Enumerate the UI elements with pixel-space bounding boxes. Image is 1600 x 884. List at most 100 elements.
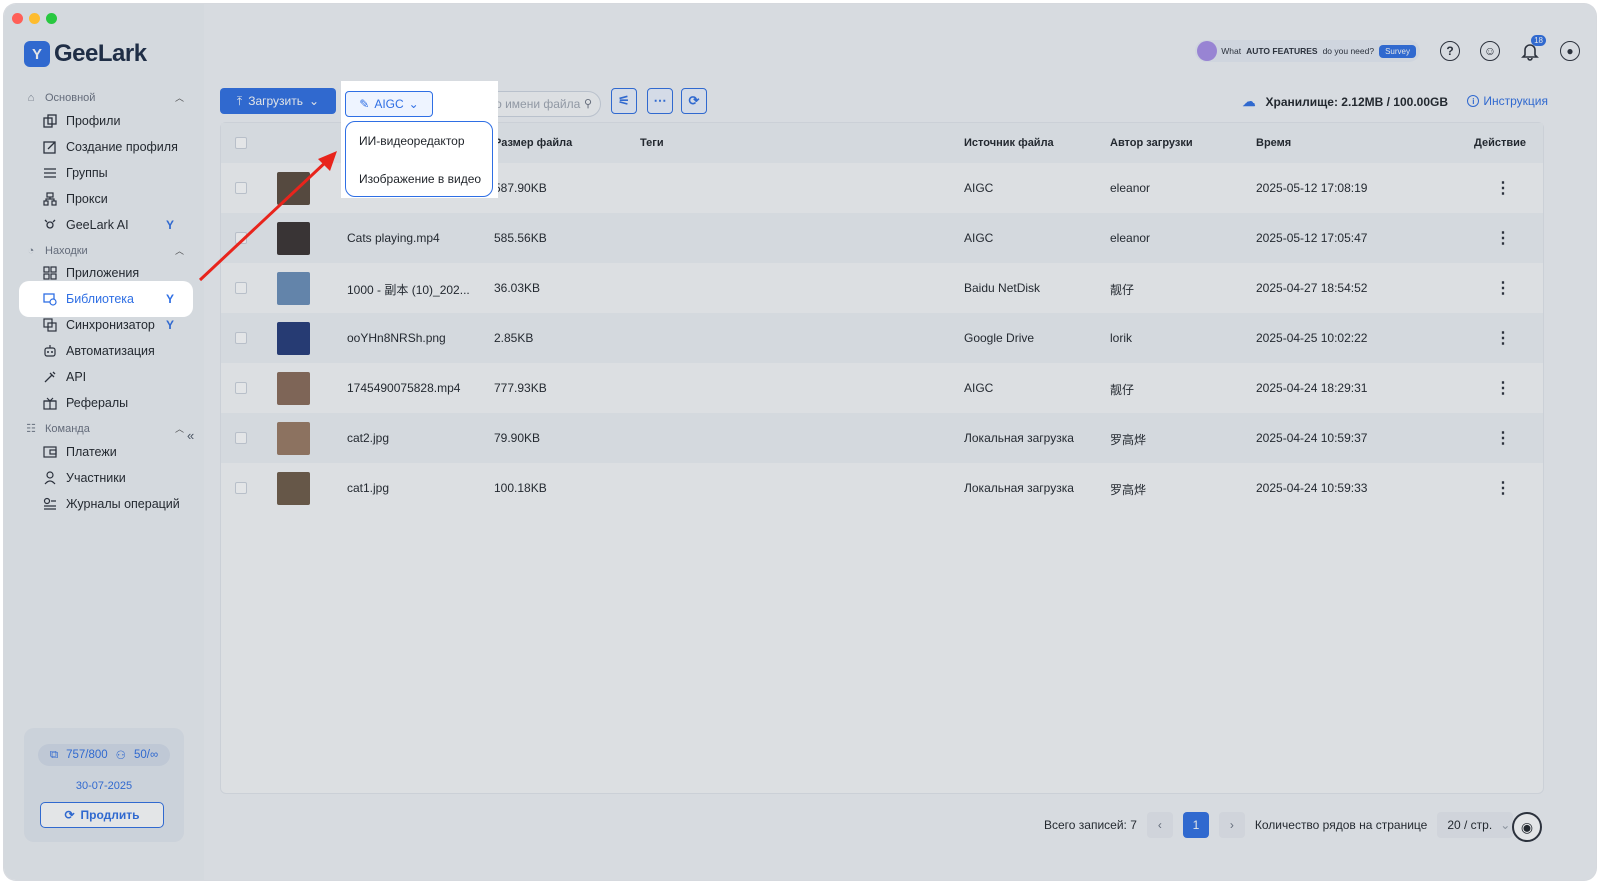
row-actions-icon[interactable]: ⋮ xyxy=(1495,178,1511,198)
help-icon[interactable]: ? xyxy=(1440,41,1460,61)
table-row[interactable]: ooYHn8NRSh.png 2.85KB Google Drive lorik 202… xyxy=(221,313,1543,363)
sidebar-item-groups[interactable]: Группы xyxy=(24,160,188,186)
row-actions-icon[interactable]: ⋮ xyxy=(1495,228,1511,248)
sidebar-item-referrals[interactable]: Рефералы xyxy=(24,390,188,416)
upload-time: 2025-05-12 17:08:19 xyxy=(1256,181,1368,195)
menu-item-image-to-video[interactable]: Изображение в видео xyxy=(359,172,481,186)
upload-button[interactable]: ⤒ Загрузить ⌄ xyxy=(220,88,336,114)
row-checkbox[interactable] xyxy=(235,182,247,194)
row-checkbox[interactable] xyxy=(235,432,247,444)
page-button-current[interactable]: 1 xyxy=(1182,812,1209,838)
sidebar: Y GeeLark ⌂ Основной ︿ Профили Создание … xyxy=(4,4,204,880)
file-size: 100.18KB xyxy=(494,481,547,495)
file-thumbnail[interactable] xyxy=(277,322,310,355)
survey-button[interactable]: Survey xyxy=(1379,44,1416,58)
sidebar-item-automation[interactable]: Автоматизация xyxy=(24,338,188,364)
table-row[interactable]: cat1.jpg 100.18KB Локальная загрузка 罗高烨 202… xyxy=(221,463,1543,513)
prev-page-button[interactable]: ‹ xyxy=(1146,812,1173,838)
table-row[interactable]: 1000 - 副本 (10)_202... 36.03KB Baidu NetDis… xyxy=(221,263,1543,313)
filter-button[interactable]: ⚟ xyxy=(611,88,637,114)
sidebar-item-api[interactable]: API xyxy=(24,364,188,390)
aigc-button[interactable]: ✎ AIGC ⌄ xyxy=(345,91,433,117)
section-main[interactable]: ⌂ Основной ︿ xyxy=(24,91,184,104)
col-tags-header: Теги xyxy=(640,137,664,149)
account-avatar-icon[interactable]: ● xyxy=(1560,41,1580,61)
file-thumbnail[interactable] xyxy=(277,422,310,455)
sidebar-item-proxy[interactable]: Прокси xyxy=(24,186,188,212)
support-agent-icon[interactable]: ☺ xyxy=(1480,41,1500,61)
chevron-right-icon: › xyxy=(1229,818,1234,832)
file-name: ooYHn8NRSh.png xyxy=(347,331,446,345)
section-discover[interactable]: ◔ Находки ︿ xyxy=(24,244,184,257)
app-logo[interactable]: Y GeeLark xyxy=(24,40,147,68)
sidebar-item-create-profile[interactable]: Создание профиля xyxy=(24,134,188,160)
select-all-checkbox[interactable] xyxy=(235,137,247,149)
sidebar-item-label: Группы xyxy=(66,166,108,180)
plan-card: ⧉ 757/800 ⚇ 50/∞ 30-07-2025 ⟳ Продлить xyxy=(24,728,184,842)
section-team[interactable]: ☷ Команда ︿ xyxy=(24,422,184,436)
row-checkbox[interactable] xyxy=(235,482,247,494)
upload-author: 罗高烨 xyxy=(1110,483,1147,497)
file-thumbnail[interactable] xyxy=(277,272,310,305)
row-actions-icon[interactable]: ⋮ xyxy=(1495,428,1511,448)
more-options-button[interactable]: ⋯ xyxy=(647,88,673,114)
survey-text-end: do you need? xyxy=(1322,46,1375,56)
row-actions-icon[interactable]: ⋮ xyxy=(1495,378,1511,398)
robot-icon xyxy=(42,343,58,359)
apps-icon xyxy=(42,265,58,281)
sidebar-item-payments[interactable]: Платежи xyxy=(24,439,188,465)
table-row[interactable]: cat2.jpg 79.90KB Локальная загрузка 罗高烨 2025… xyxy=(221,413,1543,463)
notifications-button[interactable]: 18 xyxy=(1520,35,1546,61)
file-size: 36.03KB xyxy=(494,281,541,295)
upload-author: eleanor xyxy=(1110,181,1151,195)
col-action-header: Действие xyxy=(1474,137,1526,149)
upload-time: 2025-04-24 18:29:31 xyxy=(1256,381,1368,395)
file-thumbnail[interactable] xyxy=(277,372,310,405)
sidebar-item-operation-logs[interactable]: Журналы операций xyxy=(24,491,188,517)
renew-button[interactable]: ⟳ Продлить xyxy=(40,802,164,828)
sidebar-item-profiles[interactable]: Профили xyxy=(24,108,188,134)
page-size-select[interactable]: 20 / стр. ⌄ xyxy=(1437,812,1514,838)
info-icon: i xyxy=(1467,95,1480,107)
col-author-header: Автор загрузки xyxy=(1110,137,1193,149)
sidebar-item-geelark-ai[interactable]: GeeLark AI Y xyxy=(24,212,188,238)
row-actions-icon[interactable]: ⋮ xyxy=(1495,328,1511,348)
aigc-button-label: AIGC xyxy=(374,97,404,111)
table-row[interactable]: 1745490075828.mp4 777.93KB AIGC 靓仔 2025-04-2… xyxy=(221,363,1543,413)
file-thumbnail[interactable] xyxy=(277,222,310,255)
sidebar-item-label: Прокси xyxy=(66,192,108,206)
instructions-link[interactable]: i Инструкция xyxy=(1467,94,1548,108)
collapse-sidebar-icon[interactable]: « xyxy=(187,428,194,443)
floating-assistant-button[interactable]: ◉ xyxy=(1512,812,1542,842)
chevron-up-icon: ︿ xyxy=(174,93,184,103)
sidebar-item-label: API xyxy=(66,370,87,384)
sidebar-item-synchronizer[interactable]: Синхронизатор Y xyxy=(24,312,188,338)
row-actions-icon[interactable]: ⋮ xyxy=(1495,278,1511,298)
file-thumbnail[interactable] xyxy=(277,172,310,205)
row-checkbox[interactable] xyxy=(235,382,247,394)
sidebar-item-label: Приложения xyxy=(66,266,140,280)
row-actions-icon[interactable]: ⋮ xyxy=(1495,478,1511,498)
sidebar-item-members[interactable]: Участники xyxy=(24,465,188,491)
upload-time: 2025-04-27 18:54:52 xyxy=(1256,281,1368,295)
upload-author: eleanor xyxy=(1110,231,1151,245)
edit-icon xyxy=(42,139,58,155)
table-row[interactable]: Cats playing.mp4 585.56KB AIGC eleanor 2025-… xyxy=(221,213,1543,263)
row-checkbox[interactable] xyxy=(235,282,247,294)
file-name: 1745490075828.mp4 xyxy=(347,381,461,395)
maximize-window-button[interactable] xyxy=(46,13,57,24)
close-window-button[interactable] xyxy=(12,13,23,24)
survey-banner[interactable]: What AUTO FEATURES do you need? Survey xyxy=(1195,40,1420,62)
minimize-window-button[interactable] xyxy=(29,13,40,24)
col-source-header: Источник файла xyxy=(964,137,1054,149)
sidebar-item-apps[interactable]: Приложения xyxy=(24,260,188,286)
menu-item-ai-video-editor[interactable]: ИИ-видеоредактор xyxy=(359,134,465,148)
row-checkbox[interactable] xyxy=(235,232,247,244)
library-icon xyxy=(42,291,58,307)
file-thumbnail[interactable] xyxy=(277,472,310,505)
refresh-button[interactable]: ⟳ xyxy=(681,88,707,114)
row-checkbox[interactable] xyxy=(235,332,247,344)
next-page-button[interactable]: › xyxy=(1218,812,1245,838)
sidebar-item-library[interactable]: Библиотека Y xyxy=(24,286,188,312)
file-source: Baidu NetDisk xyxy=(964,281,1041,295)
